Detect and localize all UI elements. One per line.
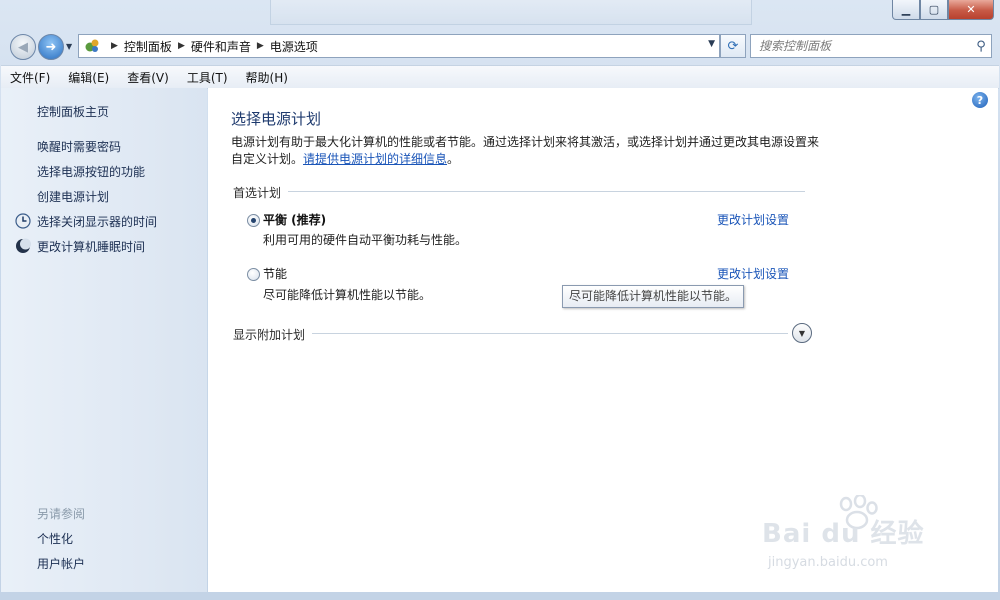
plan-power-saver-description: 尽可能降低计算机性能以节能。 [263, 288, 432, 302]
show-additional-plans-label[interactable]: 显示附加计划 [233, 326, 305, 343]
maximize-button[interactable]: ▢ [920, 0, 948, 20]
page-description: 电源计划有助于最大化计算机的性能或者节能。通过选择计划来将其激活，或选择计划并通… [231, 134, 821, 168]
refresh-button[interactable]: ⟳ [720, 34, 746, 58]
breadcrumb-power-options[interactable]: 电源选项 [270, 38, 318, 55]
plan-balanced-description: 利用可用的硬件自动平衡功耗与性能。 [263, 233, 468, 247]
see-also-heading: 另请参阅 [37, 507, 86, 521]
background-window [270, 0, 752, 25]
description-end: 。 [447, 152, 460, 166]
watermark-brand: Bai du 经验 [762, 519, 925, 549]
plan-balanced-name[interactable]: 平衡 (推荐) [263, 211, 326, 228]
search-input[interactable] [751, 36, 971, 56]
menu-view[interactable]: 查看(V) [118, 69, 178, 86]
sidebar-home-link[interactable]: 控制面板主页 [37, 103, 109, 120]
back-button[interactable]: ◀ [10, 34, 36, 60]
menu-file[interactable]: 文件(F) [1, 69, 59, 86]
sidebar-item-display-off[interactable]: 选择关闭显示器的时间 [37, 213, 157, 230]
plan-power-saver-radio[interactable] [247, 268, 260, 281]
watermark-url: jingyan.baidu.com [768, 555, 888, 570]
plan-power-saver-name[interactable]: 节能 [263, 265, 287, 282]
recent-pages-dropdown[interactable]: ▼ [66, 42, 72, 51]
title-bar: ▁ ▢ ✕ [0, 0, 1000, 32]
sidebar: 控制面板主页 唤醒时需要密码 选择电源按钮的功能 创建电源计划 选择关闭显示器的… [1, 88, 207, 592]
chevron-down-icon[interactable]: ▼ [792, 323, 812, 343]
plan-details-link[interactable]: 请提供电源计划的详细信息 [303, 152, 447, 166]
chevron-right-icon: ▶ [177, 41, 185, 51]
moon-icon [15, 238, 31, 254]
chevron-right-icon: ▶ [256, 41, 264, 51]
section-divider [312, 333, 788, 334]
plan-power-saver-change-settings[interactable]: 更改计划设置 [717, 265, 789, 282]
plan-balanced-change-settings[interactable]: 更改计划设置 [717, 211, 789, 228]
search-box: ⚲ [750, 34, 992, 58]
page-title: 选择电源计划 [231, 110, 322, 128]
window-controls: ▁ ▢ ✕ [892, 0, 994, 20]
forward-button[interactable]: ➜ [38, 34, 64, 60]
sidebar-item-power-buttons[interactable]: 选择电源按钮的功能 [37, 163, 145, 180]
control-panel-icon [83, 38, 101, 54]
menu-tools[interactable]: 工具(T) [178, 69, 237, 86]
address-bar[interactable]: ▶ 控制面板 ▶ 硬件和声音 ▶ 电源选项 ▼ [78, 34, 720, 58]
see-also-personalization[interactable]: 个性化 [37, 530, 73, 547]
minimize-button[interactable]: ▁ [892, 0, 920, 20]
control-panel-window: ▁ ▢ ✕ ◀ ➜ ▼ ▶ 控制面板 ▶ 硬件和声音 ▶ 电源选项 ▼ ⟳ ⚲ … [0, 0, 1000, 600]
breadcrumb-hardware-sound[interactable]: 硬件和声音 [191, 38, 251, 55]
monitor-clock-icon [15, 213, 31, 229]
sidebar-item-wake-password[interactable]: 唤醒时需要密码 [37, 138, 121, 155]
close-button[interactable]: ✕ [948, 0, 994, 20]
menu-edit[interactable]: 编辑(E) [59, 69, 118, 86]
preferred-plans-heading: 首选计划 [233, 186, 282, 200]
see-also-user-accounts[interactable]: 用户帐户 [37, 555, 85, 572]
menu-bar: 文件(F) 编辑(E) 查看(V) 工具(T) 帮助(H) [1, 65, 999, 89]
baidu-watermark: Bai du 经验 jingyan.baidu.com [762, 495, 942, 575]
sidebar-item-sleep-time[interactable]: 更改计算机睡眠时间 [37, 238, 145, 255]
plan-balanced-radio[interactable] [247, 214, 260, 227]
search-icon[interactable]: ⚲ [971, 39, 991, 54]
section-divider [288, 191, 805, 192]
help-icon[interactable]: ? [972, 92, 988, 108]
breadcrumb-control-panel[interactable]: 控制面板 [124, 38, 172, 55]
address-dropdown-icon[interactable]: ▼ [708, 39, 715, 49]
navigation-bar: ◀ ➜ ▼ ▶ 控制面板 ▶ 硬件和声音 ▶ 电源选项 ▼ ⟳ ⚲ [0, 30, 1000, 62]
plan-tooltip: 尽可能降低计算机性能以节能。 [562, 285, 745, 308]
chevron-right-icon: ▶ [111, 41, 118, 51]
menu-help[interactable]: 帮助(H) [237, 69, 297, 86]
sidebar-item-create-plan[interactable]: 创建电源计划 [37, 188, 109, 205]
